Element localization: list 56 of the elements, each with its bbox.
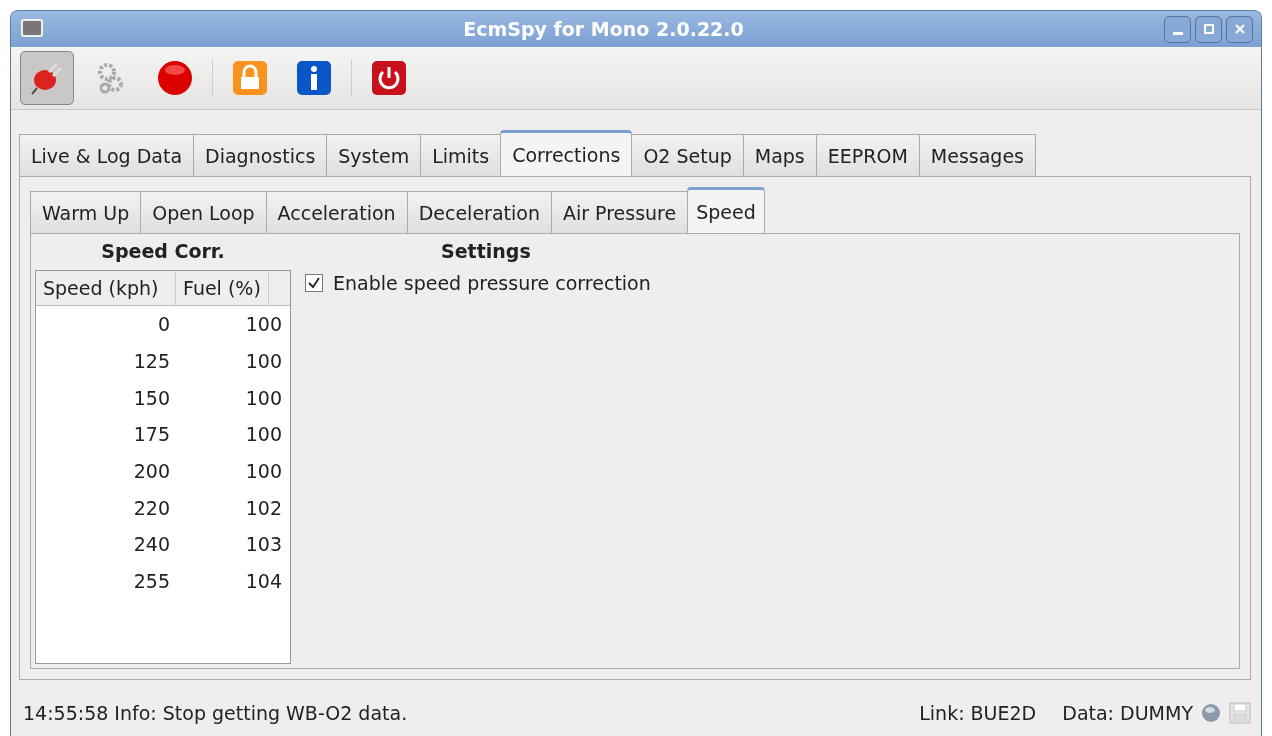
table-cell-text: 0 — [156, 313, 170, 336]
table-cell-text: 102 — [244, 496, 282, 519]
tab[interactable]: Limits — [420, 134, 502, 176]
table-cell-text: 100 — [244, 386, 282, 409]
subtab[interactable]: Acceleration — [265, 191, 408, 233]
table-cell-text: 240 — [132, 533, 170, 556]
table-cell-text: 125 — [132, 350, 170, 373]
column-header[interactable]: Fuel (%) — [176, 271, 269, 305]
power-icon — [371, 60, 407, 96]
checkbox[interactable] — [305, 274, 323, 292]
table-cell-text: 200 — [132, 460, 170, 483]
window-icon — [21, 19, 43, 39]
status-led-icon — [1201, 703, 1221, 723]
tab[interactable]: O2 Setup — [631, 134, 744, 176]
close-icon — [1232, 22, 1247, 36]
minimize-icon — [1172, 32, 1183, 35]
table-title: Speed Corr. — [100, 239, 226, 264]
link-status: Link: BUE2D — [919, 702, 1037, 724]
tab[interactable]: Maps — [742, 134, 817, 176]
settings-title: Settings — [440, 239, 532, 264]
subtab[interactable]: Open Loop — [140, 191, 267, 233]
table-cell-text: 175 — [132, 423, 170, 446]
status-message: 14:55:58 Info: Stop getting WB-O2 data. — [23, 702, 409, 724]
table-cell-text: 255 — [132, 570, 170, 593]
tab[interactable]: Diagnostics — [193, 134, 328, 176]
plug-icon — [29, 60, 65, 96]
maximize-icon — [1201, 22, 1216, 36]
save-icon — [1229, 702, 1251, 724]
minimize-button[interactable] — [1164, 15, 1191, 43]
table-cell-text: 100 — [244, 350, 282, 373]
info-icon — [296, 60, 332, 96]
table-cell-text: 103 — [244, 533, 282, 556]
maximize-button[interactable] — [1195, 15, 1222, 43]
table-cell-text: 100 — [244, 313, 282, 336]
record-icon — [156, 59, 194, 97]
subtab[interactable]: Air Pressure — [550, 191, 689, 233]
column-header[interactable]: Speed (kph) — [36, 271, 176, 305]
window-title: EcmSpy for Mono 2.0.22.0 — [462, 18, 745, 40]
tab[interactable]: System — [326, 134, 422, 176]
table-cell-text: 104 — [244, 570, 282, 593]
subtab[interactable]: Warm Up — [30, 191, 142, 233]
tab[interactable]: Live & Log Data — [19, 134, 195, 176]
subtab[interactable]: Deceleration — [406, 191, 552, 233]
tab[interactable]: Corrections — [500, 130, 633, 176]
table-cell-text: 150 — [132, 386, 170, 409]
subtab[interactable]: Speed — [687, 187, 765, 233]
tab[interactable]: EEPROM — [815, 134, 920, 176]
close-button[interactable] — [1226, 15, 1253, 43]
checkbox-label[interactable]: Enable speed pressure correction — [333, 272, 651, 294]
tab[interactable]: Messages — [918, 134, 1036, 176]
plug-button[interactable] — [20, 51, 74, 105]
lock-icon — [232, 60, 268, 96]
table-cell-text: 100 — [244, 460, 282, 483]
data-status: Data: DUMMY — [1062, 702, 1193, 724]
table-cell-text: 220 — [132, 496, 170, 519]
table-cell-text: 100 — [244, 423, 282, 446]
